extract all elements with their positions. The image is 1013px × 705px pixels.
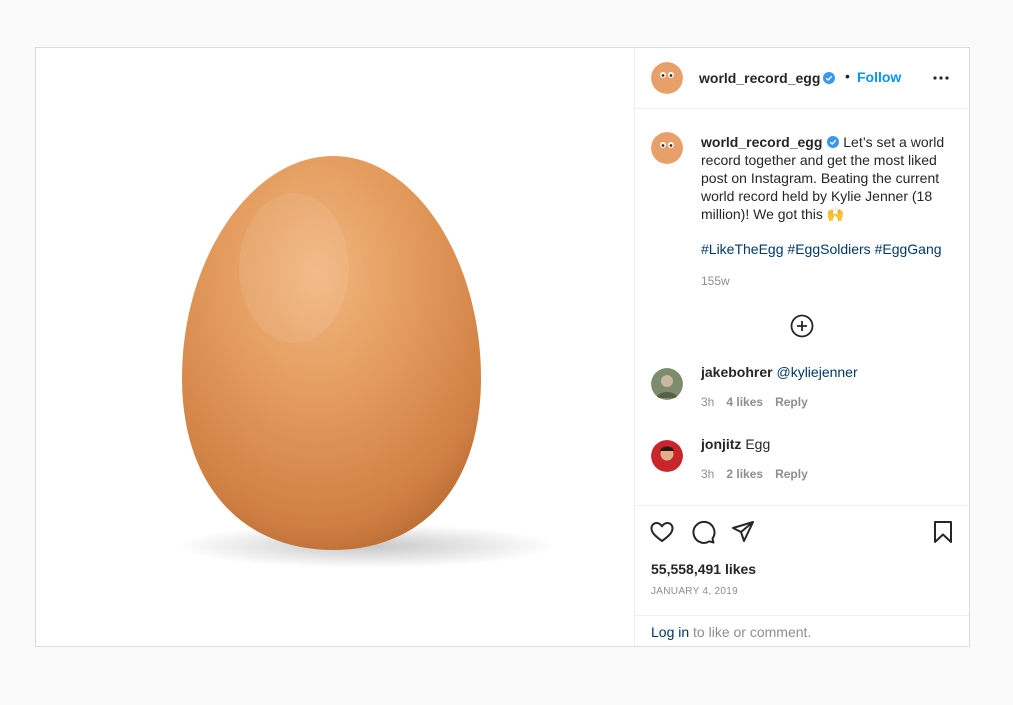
author-username[interactable]: world_record_egg <box>699 70 836 86</box>
caption-username[interactable]: world_record_egg <box>701 134 822 150</box>
comment-meta: 3h 2 likes Reply <box>701 467 808 481</box>
heart-icon[interactable] <box>649 519 675 545</box>
hashtag-link[interactable]: #EggGang <box>875 241 942 257</box>
hashtag-link[interactable]: #LikeTheEgg <box>701 241 784 257</box>
comment-time: 3h <box>701 467 715 481</box>
comment-icon[interactable] <box>690 519 716 545</box>
commenter-avatar[interactable] <box>651 440 683 472</box>
author-avatar[interactable] <box>651 62 683 94</box>
comment-body: jonjitz Egg <box>701 436 770 452</box>
post-dialog: world_record_egg • Follow world_record_e… <box>35 47 970 647</box>
login-prompt-text: Log in to like or comment. <box>651 624 811 640</box>
action-bar: 55,558,491 likes JANUARY 4, 2019 <box>635 505 969 615</box>
more-options-icon[interactable] <box>932 72 950 84</box>
comment-body: jakebohrer @kyliejenner <box>701 364 858 380</box>
comment-text[interactable]: @kyliejenner <box>776 364 857 380</box>
comment-meta: 3h 4 likes Reply <box>701 395 808 409</box>
egg-photo <box>176 156 556 568</box>
caption-hashtags: #LikeTheEgg #EggSoldiers #EggGang <box>701 241 942 257</box>
login-prompt: Log in to like or comment. <box>635 615 969 646</box>
like-count[interactable]: 55,558,491 likes <box>651 561 756 577</box>
comment-likes[interactable]: 2 likes <box>726 467 763 481</box>
comment-time: 3h <box>701 395 715 409</box>
post-sidebar: world_record_egg • Follow world_record_e… <box>635 48 969 646</box>
post-header: world_record_egg • Follow <box>635 48 969 109</box>
comment-likes[interactable]: 4 likes <box>726 395 763 409</box>
comment-username[interactable]: jakebohrer <box>701 364 773 380</box>
reply-button[interactable]: Reply <box>775 395 808 409</box>
post-age[interactable]: 155w <box>701 274 730 288</box>
verified-badge-icon <box>827 136 840 148</box>
follow-button[interactable]: Follow <box>857 69 901 85</box>
author-username-text[interactable]: world_record_egg <box>699 70 820 86</box>
post-date: JANUARY 4, 2019 <box>651 586 738 597</box>
comment-username[interactable]: jonjitz <box>701 436 741 452</box>
comment-text: Egg <box>745 436 771 452</box>
post-caption: world_record_egg Let’s set a world recor… <box>701 133 956 223</box>
reply-button[interactable]: Reply <box>775 467 808 481</box>
share-icon[interactable] <box>730 519 756 545</box>
caption-author-avatar[interactable] <box>651 132 683 164</box>
post-media[interactable] <box>36 48 635 646</box>
verified-badge-icon <box>823 72 836 84</box>
header-separator: • <box>845 68 850 84</box>
plus-circle-icon[interactable] <box>790 314 814 338</box>
commenter-avatar[interactable] <box>651 368 683 400</box>
login-link[interactable]: Log in <box>651 624 689 640</box>
login-suffix: to like or comment. <box>689 624 812 640</box>
bookmark-icon[interactable] <box>930 519 956 545</box>
hashtag-link[interactable]: #EggSoldiers <box>787 241 870 257</box>
